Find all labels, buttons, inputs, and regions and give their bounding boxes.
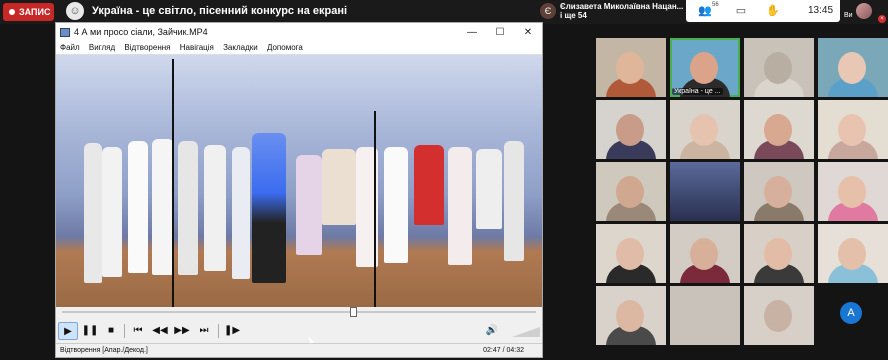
people-icon[interactable]: 👥 bbox=[698, 5, 712, 17]
participant-tile[interactable] bbox=[818, 38, 888, 97]
participant-tile[interactable] bbox=[744, 224, 814, 283]
participant-label: Україна - це ... bbox=[672, 88, 723, 95]
player-title: 4 А ми просо сіали, Зайчик.MP4 bbox=[74, 27, 208, 37]
volume-slider[interactable] bbox=[512, 327, 540, 337]
participant-tile[interactable] bbox=[596, 38, 666, 97]
participant-tile[interactable] bbox=[596, 100, 666, 159]
video-figure bbox=[414, 145, 444, 225]
self-avatar bbox=[856, 3, 872, 19]
seek-track bbox=[62, 311, 536, 313]
participant-tile-background[interactable] bbox=[670, 162, 740, 221]
chat-icon[interactable]: ▭ bbox=[734, 5, 748, 17]
pause-icon[interactable]: ❚❚ bbox=[80, 322, 100, 340]
next-icon[interactable]: ⏭ bbox=[194, 322, 214, 340]
video-figure bbox=[384, 147, 408, 263]
participant-tile[interactable] bbox=[744, 286, 814, 345]
playback-time: 02:47 / 04:32 bbox=[483, 347, 524, 354]
playback-controls: ▶ ❚❚ ■ ⏮ ◀◀ ▶▶ ⏭ ❚▶ 🔊 bbox=[56, 319, 542, 343]
participant-tile[interactable] bbox=[744, 100, 814, 159]
participant-tile[interactable] bbox=[818, 224, 888, 283]
video-frame[interactable] bbox=[56, 55, 542, 307]
video-figure bbox=[128, 141, 148, 273]
seek-thumb[interactable] bbox=[349, 307, 357, 317]
participant-grid: Україна - це ... bbox=[596, 38, 888, 345]
player-titlebar: 4 А ми просо сіали, Зайчик.MP4 — ☐ ✕ bbox=[56, 23, 542, 42]
video-figure bbox=[504, 141, 524, 261]
participant-tile[interactable] bbox=[818, 162, 888, 221]
video-figure bbox=[178, 141, 198, 275]
player-app-icon bbox=[60, 28, 70, 37]
video-figure bbox=[296, 155, 322, 255]
menu-navigation[interactable]: Навігація bbox=[180, 43, 214, 52]
host-avatar: Є bbox=[540, 3, 556, 19]
video-figure bbox=[448, 147, 472, 265]
player-statusbar: Відтворення [Апар./Декод.] 02:47 / 04:32 bbox=[56, 343, 542, 357]
mic-stand bbox=[374, 111, 376, 307]
sharer-avatar: ☺ bbox=[66, 2, 84, 20]
people-count: 56 bbox=[712, 2, 719, 8]
participant-tile[interactable] bbox=[670, 224, 740, 283]
leave-icon[interactable]: × bbox=[878, 15, 886, 23]
self-initial-button[interactable]: A bbox=[840, 302, 862, 324]
rewind-icon[interactable]: ◀◀ bbox=[150, 322, 170, 340]
forward-icon[interactable]: ▶▶ bbox=[172, 322, 192, 340]
maximize-icon[interactable]: ☐ bbox=[486, 23, 514, 42]
video-figure bbox=[476, 149, 502, 229]
self-name: Ви bbox=[844, 12, 853, 19]
seek-bar[interactable] bbox=[56, 307, 542, 317]
video-figure bbox=[322, 149, 356, 225]
participant-tile[interactable] bbox=[744, 38, 814, 97]
participant-tile[interactable] bbox=[818, 100, 888, 159]
player-menubar: Файл Вигляд Відтворення Навігація Заклад… bbox=[56, 42, 542, 55]
host-name-line2: і ще 54 bbox=[560, 11, 587, 20]
meeting-toolbar: 👥 56 ▭ ✋ 13:45 bbox=[686, 0, 840, 22]
playback-status: Відтворення [Апар./Декод.] bbox=[60, 347, 148, 354]
mic-stand bbox=[172, 59, 174, 307]
video-figure bbox=[232, 147, 250, 279]
menu-playback[interactable]: Відтворення bbox=[124, 43, 170, 52]
volume-icon[interactable]: 🔊 bbox=[482, 322, 502, 340]
play-icon[interactable]: ▶ bbox=[58, 322, 78, 340]
participant-tile[interactable] bbox=[744, 162, 814, 221]
participant-tile[interactable] bbox=[670, 286, 740, 345]
menu-view[interactable]: Вигляд bbox=[89, 43, 115, 52]
host-name-line1: Єлизавета Миколаївна Нацан... bbox=[560, 2, 684, 11]
clock-time: 13:45 bbox=[808, 5, 834, 16]
previous-icon[interactable]: ⏮ bbox=[128, 322, 148, 340]
video-figure bbox=[204, 145, 226, 271]
participant-tile[interactable] bbox=[596, 224, 666, 283]
record-label: ЗАПИС bbox=[19, 7, 51, 17]
participant-tile-speaking[interactable]: Україна - це ... bbox=[670, 38, 740, 97]
record-dot-icon bbox=[9, 9, 15, 15]
video-figure bbox=[84, 143, 102, 283]
participant-tile[interactable] bbox=[596, 162, 666, 221]
host-name: Єлизавета Миколаївна Нацан... і ще 54 bbox=[560, 2, 683, 20]
video-figure bbox=[102, 147, 122, 277]
video-figure bbox=[152, 139, 174, 275]
video-figure bbox=[252, 133, 286, 283]
menu-bookmarks[interactable]: Закладки bbox=[223, 43, 258, 52]
participant-tile[interactable] bbox=[596, 286, 666, 345]
share-title: Україна - це світло, пісенний конкурс на… bbox=[92, 5, 348, 17]
menu-help[interactable]: Допомога bbox=[267, 43, 303, 52]
close-icon[interactable]: ✕ bbox=[514, 23, 542, 42]
record-badge[interactable]: ЗАПИС bbox=[3, 3, 54, 21]
participant-tile[interactable] bbox=[670, 100, 740, 159]
frame-step-icon[interactable]: ❚▶ bbox=[222, 322, 242, 340]
raise-hand-icon[interactable]: ✋ bbox=[766, 5, 780, 17]
minimize-icon[interactable]: — bbox=[458, 23, 486, 42]
stop-icon[interactable]: ■ bbox=[101, 322, 121, 340]
control-separator bbox=[124, 324, 125, 338]
menu-file[interactable]: Файл bbox=[60, 43, 80, 52]
media-player-window: 4 А ми просо сіали, Зайчик.MP4 — ☐ ✕ Фай… bbox=[55, 22, 543, 358]
control-separator bbox=[218, 324, 219, 338]
